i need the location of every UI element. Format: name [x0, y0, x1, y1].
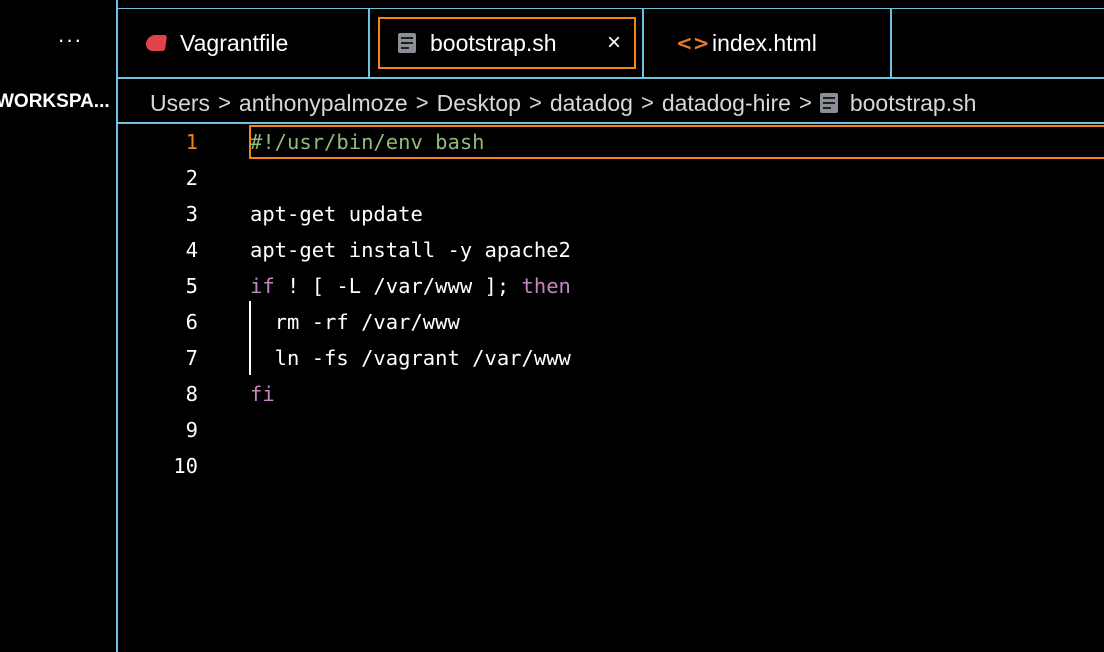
- close-icon[interactable]: ×: [604, 29, 624, 57]
- line-number: 1: [185, 130, 198, 154]
- chevron-right-icon: >: [798, 90, 812, 115]
- more-actions-icon[interactable]: ···: [0, 20, 116, 60]
- code-text[interactable]: if ! [ -L /var/www ]; then: [250, 268, 571, 304]
- line-number: 4: [185, 238, 198, 262]
- line-number: 9: [185, 418, 198, 442]
- code-line[interactable]: 1 #!/usr/bin/env bash: [118, 124, 1104, 160]
- workspace-section-title[interactable]: WORKSPA...: [0, 86, 116, 118]
- indent-guide: [249, 301, 251, 375]
- code-text[interactable]: ln -fs /vagrant /var/www: [250, 340, 571, 376]
- code-editor[interactable]: 1 #!/usr/bin/env bash 2 3 apt-get update…: [118, 124, 1104, 652]
- code-text[interactable]: apt-get update: [250, 196, 423, 232]
- breadcrumb-item-datadog-hire[interactable]: datadog-hire: [662, 90, 791, 117]
- code-line[interactable]: 6 rm -rf /var/www: [118, 304, 1104, 340]
- tab-bar: Vagrantfile bootstrap.sh × <> index.html: [118, 8, 1104, 79]
- breadcrumb-item-datadog[interactable]: datadog: [550, 90, 633, 117]
- code-text[interactable]: #!/usr/bin/env bash: [250, 124, 485, 160]
- code-line[interactable]: 2: [118, 160, 1104, 196]
- keyword-token: then: [521, 274, 571, 298]
- tab-vagrantfile[interactable]: Vagrantfile: [118, 9, 370, 77]
- shell-file-icon: [398, 33, 416, 53]
- code-text[interactable]: fi: [250, 376, 275, 412]
- explorer-sidebar: ··· WORKSPA...: [0, 0, 118, 652]
- line-number: 7: [185, 346, 198, 370]
- code-line[interactable]: 7 ln -fs /vagrant /var/www: [118, 340, 1104, 376]
- code-line[interactable]: 4 apt-get install -y apache2: [118, 232, 1104, 268]
- code-line[interactable]: 8 fi: [118, 376, 1104, 412]
- chevron-right-icon: >: [218, 90, 231, 115]
- line-number: 2: [185, 166, 198, 190]
- code-line[interactable]: 3 apt-get update: [118, 196, 1104, 232]
- chevron-right-icon: >: [415, 90, 429, 115]
- keyword-token: if: [250, 274, 275, 298]
- tab-bootstrap-sh[interactable]: bootstrap.sh ×: [370, 9, 644, 77]
- code-line[interactable]: 5 if ! [ -L /var/www ]; then: [118, 268, 1104, 304]
- shell-file-icon: [819, 93, 838, 113]
- code-token: ! [ -L /var/www ];: [274, 274, 522, 298]
- code-text[interactable]: rm -rf /var/www: [250, 304, 460, 340]
- ruby-file-icon: [144, 35, 168, 51]
- tab-label: Vagrantfile: [180, 29, 289, 56]
- breadcrumb-item-users[interactable]: Users: [150, 90, 210, 117]
- line-number: 10: [173, 454, 198, 478]
- tab-label: index.html: [712, 29, 817, 56]
- editor-window: ··· WORKSPA... Vagrantfile bootstrap.sh …: [0, 0, 1104, 652]
- breadcrumb: Users > anthonypalmoze > Desktop > datad…: [150, 84, 1104, 122]
- chevron-right-icon: >: [528, 90, 542, 115]
- keyword-token: fi: [250, 382, 275, 406]
- line-number: 5: [185, 274, 198, 298]
- tab-label: bootstrap.sh: [430, 29, 557, 56]
- line-number: 6: [185, 310, 198, 334]
- html-file-icon: <>: [676, 31, 710, 55]
- breadcrumb-item-file[interactable]: bootstrap.sh: [850, 90, 977, 117]
- code-text[interactable]: apt-get install -y apache2: [250, 232, 571, 268]
- line-number: 3: [185, 202, 198, 226]
- code-line[interactable]: 9: [118, 412, 1104, 448]
- active-tab-focus-outline: bootstrap.sh ×: [378, 17, 636, 69]
- chevron-right-icon: >: [640, 90, 654, 115]
- tab-index-html[interactable]: <> index.html: [644, 9, 892, 77]
- breadcrumb-item-desktop[interactable]: Desktop: [437, 90, 521, 117]
- line-number: 8: [185, 382, 198, 406]
- code-line[interactable]: 10: [118, 448, 1104, 484]
- breadcrumb-item-user[interactable]: anthonypalmoze: [239, 90, 408, 117]
